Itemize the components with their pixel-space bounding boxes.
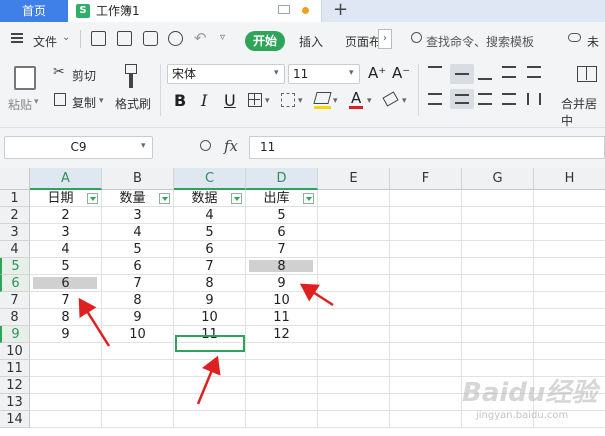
arrow-to-d5 (299, 283, 334, 307)
arrow-to-c9 (196, 355, 221, 405)
watermark-url: jingyan.baidu.com (476, 410, 569, 421)
annotation-arrows (78, 283, 334, 405)
watermark: Baidu经验 (462, 378, 598, 408)
arrow-to-a6 (78, 297, 111, 347)
